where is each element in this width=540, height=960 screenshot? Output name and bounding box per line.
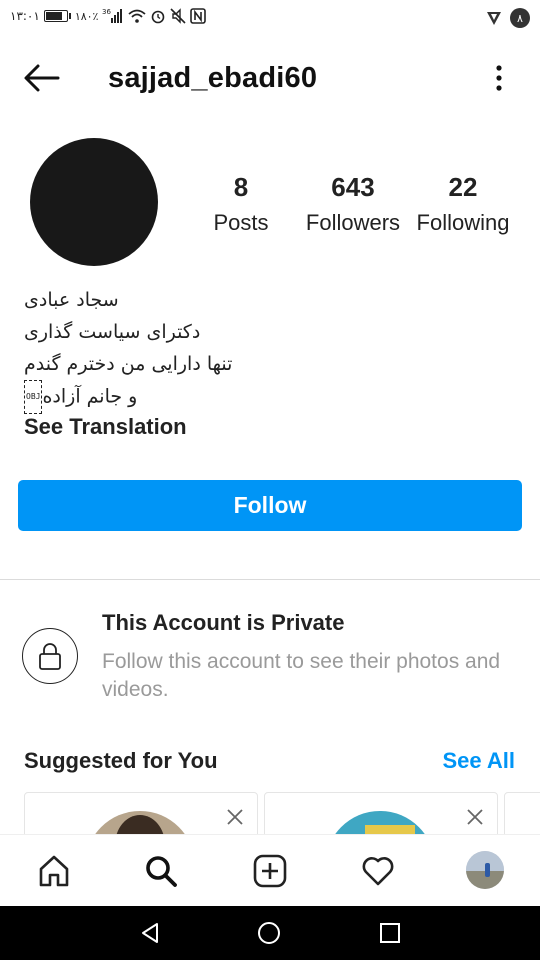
nav-add-post[interactable] [252,853,288,889]
following-count: 22 [448,172,478,202]
signal-label: 36 [102,8,111,16]
following-stat[interactable]: 22 Following [408,172,518,240]
bio-line-3: تنها دارایی من دخترم گندم [24,353,233,375]
close-icon[interactable] [225,807,245,827]
nav-activity[interactable] [360,853,396,889]
follow-button[interactable]: Follow [18,480,522,531]
bottom-navigation [0,834,540,906]
lock-icon [39,643,61,670]
suggested-card[interactable] [504,792,540,834]
suggested-card[interactable] [264,792,498,834]
nfc-icon [190,8,207,24]
nav-home[interactable] [36,853,72,889]
followers-count: 643 [331,172,375,202]
posts-stat: 8 Posts [206,172,276,240]
alarm-icon [152,10,165,24]
see-translation-link[interactable]: See Translation [24,414,187,440]
battery-percent: ۱۸۰٪ [74,9,99,23]
avatar-person [485,863,490,877]
profile-avatar-icon[interactable] [466,851,504,889]
following-label: Following [416,210,510,235]
system-navigation-bar [0,906,540,960]
battery-tip [68,13,71,19]
bio-line-4: و جانم آزادهOBJ [24,380,344,414]
mute-icon [170,8,187,24]
see-all-link[interactable]: See All [442,748,515,774]
bio-name: سجاد عبادی [24,289,119,311]
posts-label: Posts [213,210,269,235]
suggested-card[interactable] [24,792,258,834]
status-right: ۸ [484,8,530,28]
page-title: sajjad_ebadi60 [108,62,318,94]
system-home-icon[interactable] [257,921,281,945]
suggested-cards [0,792,540,834]
obj-glyph: OBJ [24,380,43,414]
status-left: ۱۳:۰۱ ۱۸۰٪ 36 [10,8,207,24]
profile-bio: سجاد عبادی دکترای سیاست گذاری تنها دارای… [24,284,344,414]
battery-icon [43,10,68,22]
lock-badge [22,628,78,684]
home-icon [39,855,69,887]
status-bar: ۱۳:۰۱ ۱۸۰٪ 36 ۸ [0,0,540,36]
profile-avatar[interactable] [30,138,158,266]
close-icon[interactable] [465,807,485,827]
private-account-description: Follow this account to see their photos … [102,650,501,701]
heart-icon [362,857,394,886]
status-icons: 36 [102,8,207,24]
suggested-avatar[interactable] [325,811,435,834]
followers-stat[interactable]: 643 Followers [298,172,408,240]
suggested-avatar[interactable] [85,811,195,834]
cell-signal-icon: 36 [102,8,123,23]
arrow-left-icon[interactable] [22,62,62,94]
system-recents-icon[interactable] [378,921,402,945]
wifi-icon [128,9,147,23]
suggested-title: Suggested for You [24,748,218,773]
private-account-title: This Account is Private [102,610,345,635]
bio-line-2: دکترای سیاست گذاری [24,321,201,343]
followers-label: Followers [305,210,401,235]
nav-search[interactable] [143,853,179,889]
add-post-icon [253,854,287,888]
notification-count-badge: ۸ [510,8,530,28]
status-time: ۱۳:۰۱ [10,9,40,23]
search-icon [146,856,177,887]
suggested-avatar-photo [365,825,415,834]
system-back-icon[interactable] [138,921,162,945]
section-divider [0,579,540,580]
posts-count: 8 [233,172,249,202]
vpn-shield-icon [487,12,501,25]
profile-header: sajjad_ebadi60 [0,36,540,122]
bio-line-4-text: و جانم آزاده [42,385,138,408]
suggested-avatar-photo [115,815,165,834]
more-vertical-icon[interactable] [496,64,502,92]
